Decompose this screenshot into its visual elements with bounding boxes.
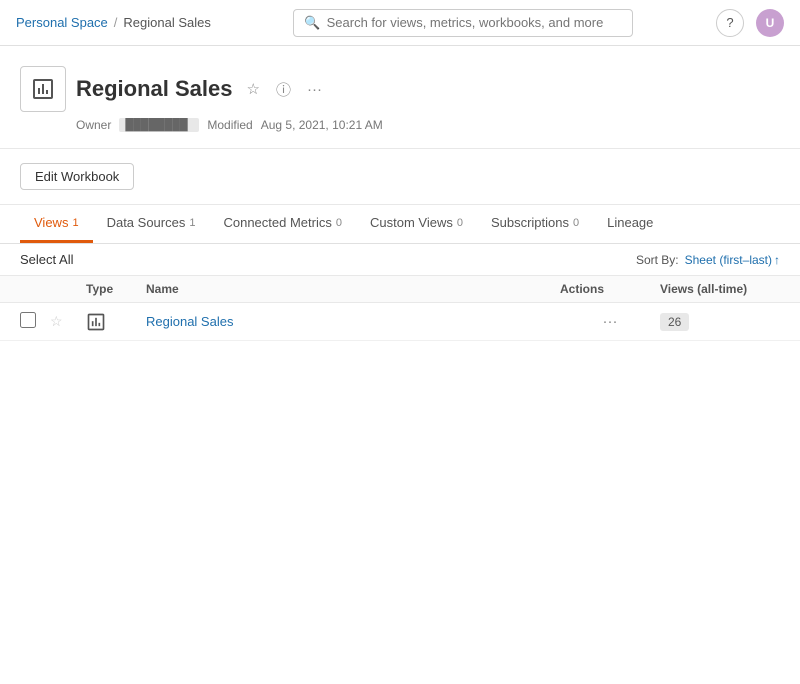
favorite-button[interactable]: ☆ bbox=[243, 78, 264, 100]
table-header: Type Name Actions Views (all-time) bbox=[0, 276, 800, 303]
col-checkbox-header bbox=[20, 282, 50, 296]
info-button[interactable]: ⓘ bbox=[272, 77, 295, 102]
tab-custom-views[interactable]: Custom Views 0 bbox=[356, 205, 477, 243]
more-options-button[interactable]: ··· bbox=[303, 79, 326, 100]
row-name-cell[interactable]: Regional Sales bbox=[146, 314, 560, 329]
row-checkbox[interactable] bbox=[20, 312, 36, 328]
sort-arrow-icon: ↑ bbox=[774, 253, 780, 267]
tab-data-sources-label: Data Sources bbox=[107, 215, 186, 230]
row-views-count: 26 bbox=[660, 313, 689, 331]
search-input[interactable] bbox=[327, 15, 623, 30]
workbook-title-row: Regional Sales ☆ ⓘ ··· bbox=[20, 66, 780, 112]
col-star-header bbox=[50, 282, 86, 296]
help-button[interactable]: ? bbox=[716, 9, 744, 37]
row-views-cell: 26 bbox=[660, 314, 780, 329]
row-name-link[interactable]: Regional Sales bbox=[146, 314, 233, 329]
modified-date: Aug 5, 2021, 10:21 AM bbox=[261, 118, 383, 132]
breadcrumb-current: Regional Sales bbox=[123, 15, 210, 30]
row-type-cell bbox=[86, 312, 146, 332]
tabs-bar: Views 1 Data Sources 1 Connected Metrics… bbox=[0, 205, 800, 244]
col-actions-header: Actions bbox=[560, 282, 660, 296]
edit-workbook-button[interactable]: Edit Workbook bbox=[20, 163, 134, 190]
tab-connected-metrics-label: Connected Metrics bbox=[223, 215, 331, 230]
nav-right: ? U bbox=[716, 9, 784, 37]
row-favorite-icon[interactable]: ☆ bbox=[50, 313, 63, 329]
tab-custom-views-label: Custom Views bbox=[370, 215, 453, 230]
sheet-icon bbox=[86, 312, 106, 332]
sort-by-label: Sort By: bbox=[636, 253, 679, 267]
row-actions-cell[interactable]: ··· bbox=[560, 311, 660, 332]
modified-label: Modified bbox=[207, 118, 252, 132]
tab-subscriptions[interactable]: Subscriptions 0 bbox=[477, 205, 593, 243]
owner-label: Owner bbox=[76, 118, 111, 132]
owner-value: ████████ bbox=[119, 118, 199, 132]
tab-lineage[interactable]: Lineage bbox=[593, 205, 667, 243]
title-actions: ☆ ⓘ ··· bbox=[243, 77, 326, 102]
tab-subscriptions-count: 0 bbox=[573, 217, 579, 229]
tab-connected-metrics-count: 0 bbox=[336, 217, 342, 229]
search-bar[interactable]: 🔍 bbox=[293, 9, 633, 37]
tab-lineage-label: Lineage bbox=[607, 215, 653, 230]
row-star-cell[interactable]: ☆ bbox=[50, 313, 86, 330]
workbook-icon bbox=[20, 66, 66, 112]
workbook-header: Regional Sales ☆ ⓘ ··· Owner ████████ Mo… bbox=[0, 46, 800, 149]
sort-by: Sort By: Sheet (first–last) ↑ bbox=[636, 253, 780, 267]
top-navigation: Personal Space / Regional Sales 🔍 ? U bbox=[0, 0, 800, 46]
sort-value-text: Sheet (first–last) bbox=[685, 253, 772, 267]
workbook-meta: Owner ████████ Modified Aug 5, 2021, 10:… bbox=[76, 118, 780, 132]
tab-custom-views-count: 0 bbox=[457, 217, 463, 229]
breadcrumb-separator: / bbox=[114, 15, 118, 30]
tab-subscriptions-label: Subscriptions bbox=[491, 215, 569, 230]
row-more-actions-button[interactable]: ··· bbox=[597, 311, 624, 332]
tab-connected-metrics[interactable]: Connected Metrics 0 bbox=[209, 205, 356, 243]
tab-views-label: Views bbox=[34, 215, 68, 230]
col-type-header: Type bbox=[86, 282, 146, 296]
workbook-title: Regional Sales bbox=[76, 76, 233, 102]
breadcrumb-personal-space[interactable]: Personal Space bbox=[16, 15, 108, 30]
edit-section: Edit Workbook bbox=[0, 149, 800, 205]
table-row: ☆ Regional Sales ··· 26 bbox=[0, 303, 800, 341]
tab-data-sources[interactable]: Data Sources 1 bbox=[93, 205, 210, 243]
col-name-header: Name bbox=[146, 282, 560, 296]
avatar[interactable]: U bbox=[756, 9, 784, 37]
breadcrumb: Personal Space / Regional Sales bbox=[16, 15, 211, 30]
search-icon: 🔍 bbox=[304, 15, 320, 31]
row-checkbox-cell[interactable] bbox=[20, 312, 50, 331]
sort-value[interactable]: Sheet (first–last) ↑ bbox=[685, 253, 780, 267]
tab-views-count: 1 bbox=[72, 217, 78, 229]
tab-data-sources-count: 1 bbox=[189, 217, 195, 229]
table-toolbar: Select All Sort By: Sheet (first–last) ↑ bbox=[0, 244, 800, 276]
col-views-header: Views (all-time) bbox=[660, 282, 780, 296]
tab-views[interactable]: Views 1 bbox=[20, 205, 93, 243]
select-all-button[interactable]: Select All bbox=[20, 252, 73, 267]
